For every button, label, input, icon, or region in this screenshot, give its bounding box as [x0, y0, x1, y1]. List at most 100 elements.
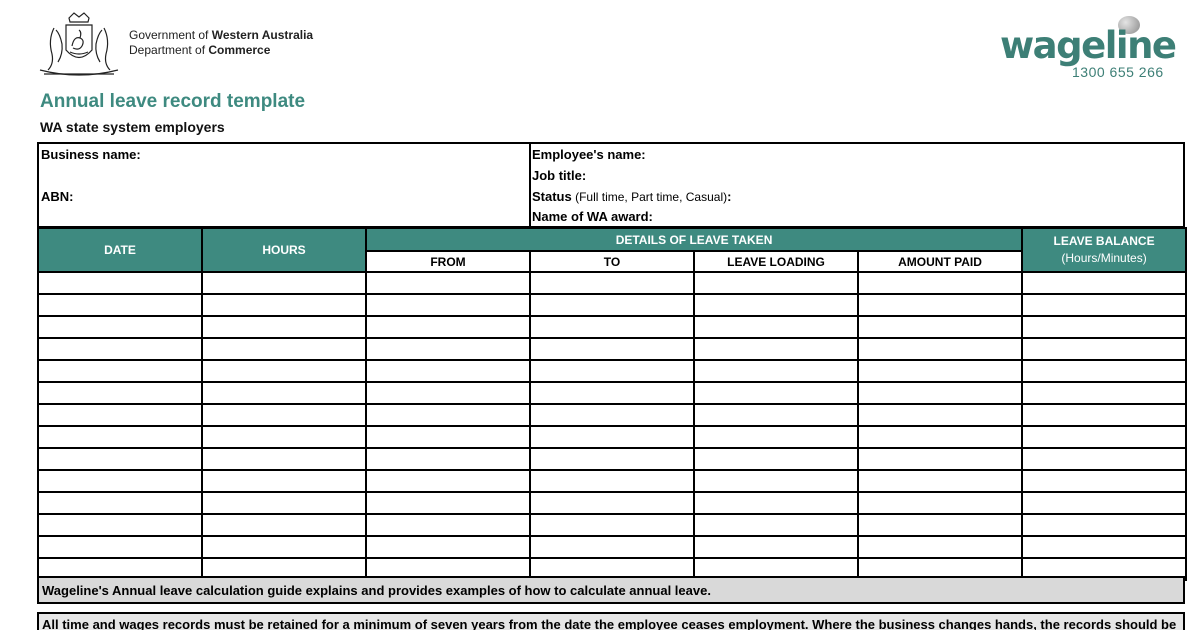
- to-cell[interactable]: [529, 337, 695, 361]
- date-cell[interactable]: [37, 513, 203, 537]
- leave-balance-cell[interactable]: [1021, 513, 1188, 537]
- to-cell[interactable]: [529, 513, 695, 537]
- leave-loading-cell[interactable]: [693, 491, 859, 515]
- amount-paid-cell[interactable]: [856, 315, 1024, 339]
- leave-balance-cell[interactable]: [1021, 293, 1188, 317]
- date-cell[interactable]: [37, 271, 203, 295]
- leave-loading-cell[interactable]: [693, 381, 859, 405]
- date-cell[interactable]: [37, 359, 203, 383]
- from-cell[interactable]: [365, 337, 531, 361]
- amount-paid-cell[interactable]: [856, 425, 1024, 449]
- hours-cell[interactable]: [201, 491, 367, 515]
- date-cell[interactable]: [37, 425, 203, 449]
- amount-paid-cell[interactable]: [856, 447, 1024, 471]
- from-cell[interactable]: [365, 513, 531, 537]
- hours-cell[interactable]: [201, 271, 367, 295]
- to-cell[interactable]: [529, 271, 695, 295]
- leave-loading-cell[interactable]: [693, 293, 859, 317]
- hours-cell[interactable]: [201, 315, 367, 339]
- table-row: [37, 469, 1188, 493]
- from-cell[interactable]: [365, 315, 531, 339]
- status-label[interactable]: Status (Full time, Part time, Casual):: [532, 189, 731, 205]
- leave-loading-cell[interactable]: [693, 403, 859, 427]
- amount-paid-cell[interactable]: [856, 535, 1024, 559]
- to-cell[interactable]: [529, 491, 695, 515]
- hours-cell[interactable]: [201, 469, 367, 493]
- to-cell[interactable]: [529, 359, 695, 383]
- to-cell[interactable]: [529, 425, 695, 449]
- date-cell[interactable]: [37, 535, 203, 559]
- leave-loading-cell[interactable]: [693, 425, 859, 449]
- leave-balance-cell[interactable]: [1021, 447, 1188, 471]
- date-cell[interactable]: [37, 293, 203, 317]
- leave-loading-cell[interactable]: [693, 513, 859, 537]
- amount-paid-cell[interactable]: [856, 293, 1024, 317]
- leave-loading-cell[interactable]: [693, 447, 859, 471]
- leave-loading-cell[interactable]: [693, 535, 859, 559]
- leave-balance-cell[interactable]: [1021, 469, 1188, 493]
- hours-cell[interactable]: [201, 513, 367, 537]
- date-cell[interactable]: [37, 315, 203, 339]
- from-cell[interactable]: [365, 359, 531, 383]
- leave-balance-unit: (Hours/Minutes): [1061, 251, 1147, 265]
- date-cell[interactable]: [37, 447, 203, 471]
- hours-cell[interactable]: [201, 535, 367, 559]
- to-cell[interactable]: [529, 535, 695, 559]
- abn-label[interactable]: ABN:: [41, 189, 74, 205]
- amount-paid-cell[interactable]: [856, 403, 1024, 427]
- leave-balance-cell[interactable]: [1021, 425, 1188, 449]
- date-cell[interactable]: [37, 403, 203, 427]
- hours-cell[interactable]: [201, 337, 367, 361]
- from-cell[interactable]: [365, 403, 531, 427]
- from-cell[interactable]: [365, 447, 531, 471]
- amount-paid-cell[interactable]: [856, 491, 1024, 515]
- leave-balance-cell[interactable]: [1021, 271, 1188, 295]
- leave-balance-cell[interactable]: [1021, 359, 1188, 383]
- from-cell[interactable]: [365, 491, 531, 515]
- table-row: [37, 315, 1188, 339]
- leave-loading-cell[interactable]: [693, 337, 859, 361]
- amount-paid-cell[interactable]: [856, 381, 1024, 405]
- leave-loading-cell[interactable]: [693, 271, 859, 295]
- date-cell[interactable]: [37, 337, 203, 361]
- leave-balance-cell[interactable]: [1021, 315, 1188, 339]
- leave-balance-cell[interactable]: [1021, 337, 1188, 361]
- to-cell[interactable]: [529, 381, 695, 405]
- leave-balance-cell[interactable]: [1021, 403, 1188, 427]
- amount-paid-cell[interactable]: [856, 337, 1024, 361]
- date-cell[interactable]: [37, 491, 203, 515]
- amount-paid-cell[interactable]: [856, 359, 1024, 383]
- from-cell[interactable]: [365, 271, 531, 295]
- amount-paid-cell[interactable]: [856, 469, 1024, 493]
- hours-cell[interactable]: [201, 293, 367, 317]
- job-title-label[interactable]: Job title:: [532, 168, 586, 184]
- hours-cell[interactable]: [201, 447, 367, 471]
- leave-balance-cell[interactable]: [1021, 535, 1188, 559]
- business-name-label[interactable]: Business name:: [41, 147, 141, 163]
- leave-loading-cell[interactable]: [693, 469, 859, 493]
- from-cell[interactable]: [365, 293, 531, 317]
- to-cell[interactable]: [529, 447, 695, 471]
- employee-name-label[interactable]: Employee's name:: [532, 147, 646, 163]
- to-cell[interactable]: [529, 293, 695, 317]
- amount-paid-cell[interactable]: [856, 513, 1024, 537]
- from-cell[interactable]: [365, 535, 531, 559]
- to-cell[interactable]: [529, 469, 695, 493]
- hours-cell[interactable]: [201, 403, 367, 427]
- hours-cell[interactable]: [201, 425, 367, 449]
- leave-loading-cell[interactable]: [693, 359, 859, 383]
- from-cell[interactable]: [365, 469, 531, 493]
- to-cell[interactable]: [529, 315, 695, 339]
- award-label[interactable]: Name of WA award:: [532, 209, 653, 225]
- leave-loading-cell[interactable]: [693, 315, 859, 339]
- from-cell[interactable]: [365, 381, 531, 405]
- hours-cell[interactable]: [201, 381, 367, 405]
- leave-balance-cell[interactable]: [1021, 381, 1188, 405]
- date-cell[interactable]: [37, 381, 203, 405]
- amount-paid-cell[interactable]: [856, 271, 1024, 295]
- hours-cell[interactable]: [201, 359, 367, 383]
- date-cell[interactable]: [37, 469, 203, 493]
- leave-balance-cell[interactable]: [1021, 491, 1188, 515]
- to-cell[interactable]: [529, 403, 695, 427]
- from-cell[interactable]: [365, 425, 531, 449]
